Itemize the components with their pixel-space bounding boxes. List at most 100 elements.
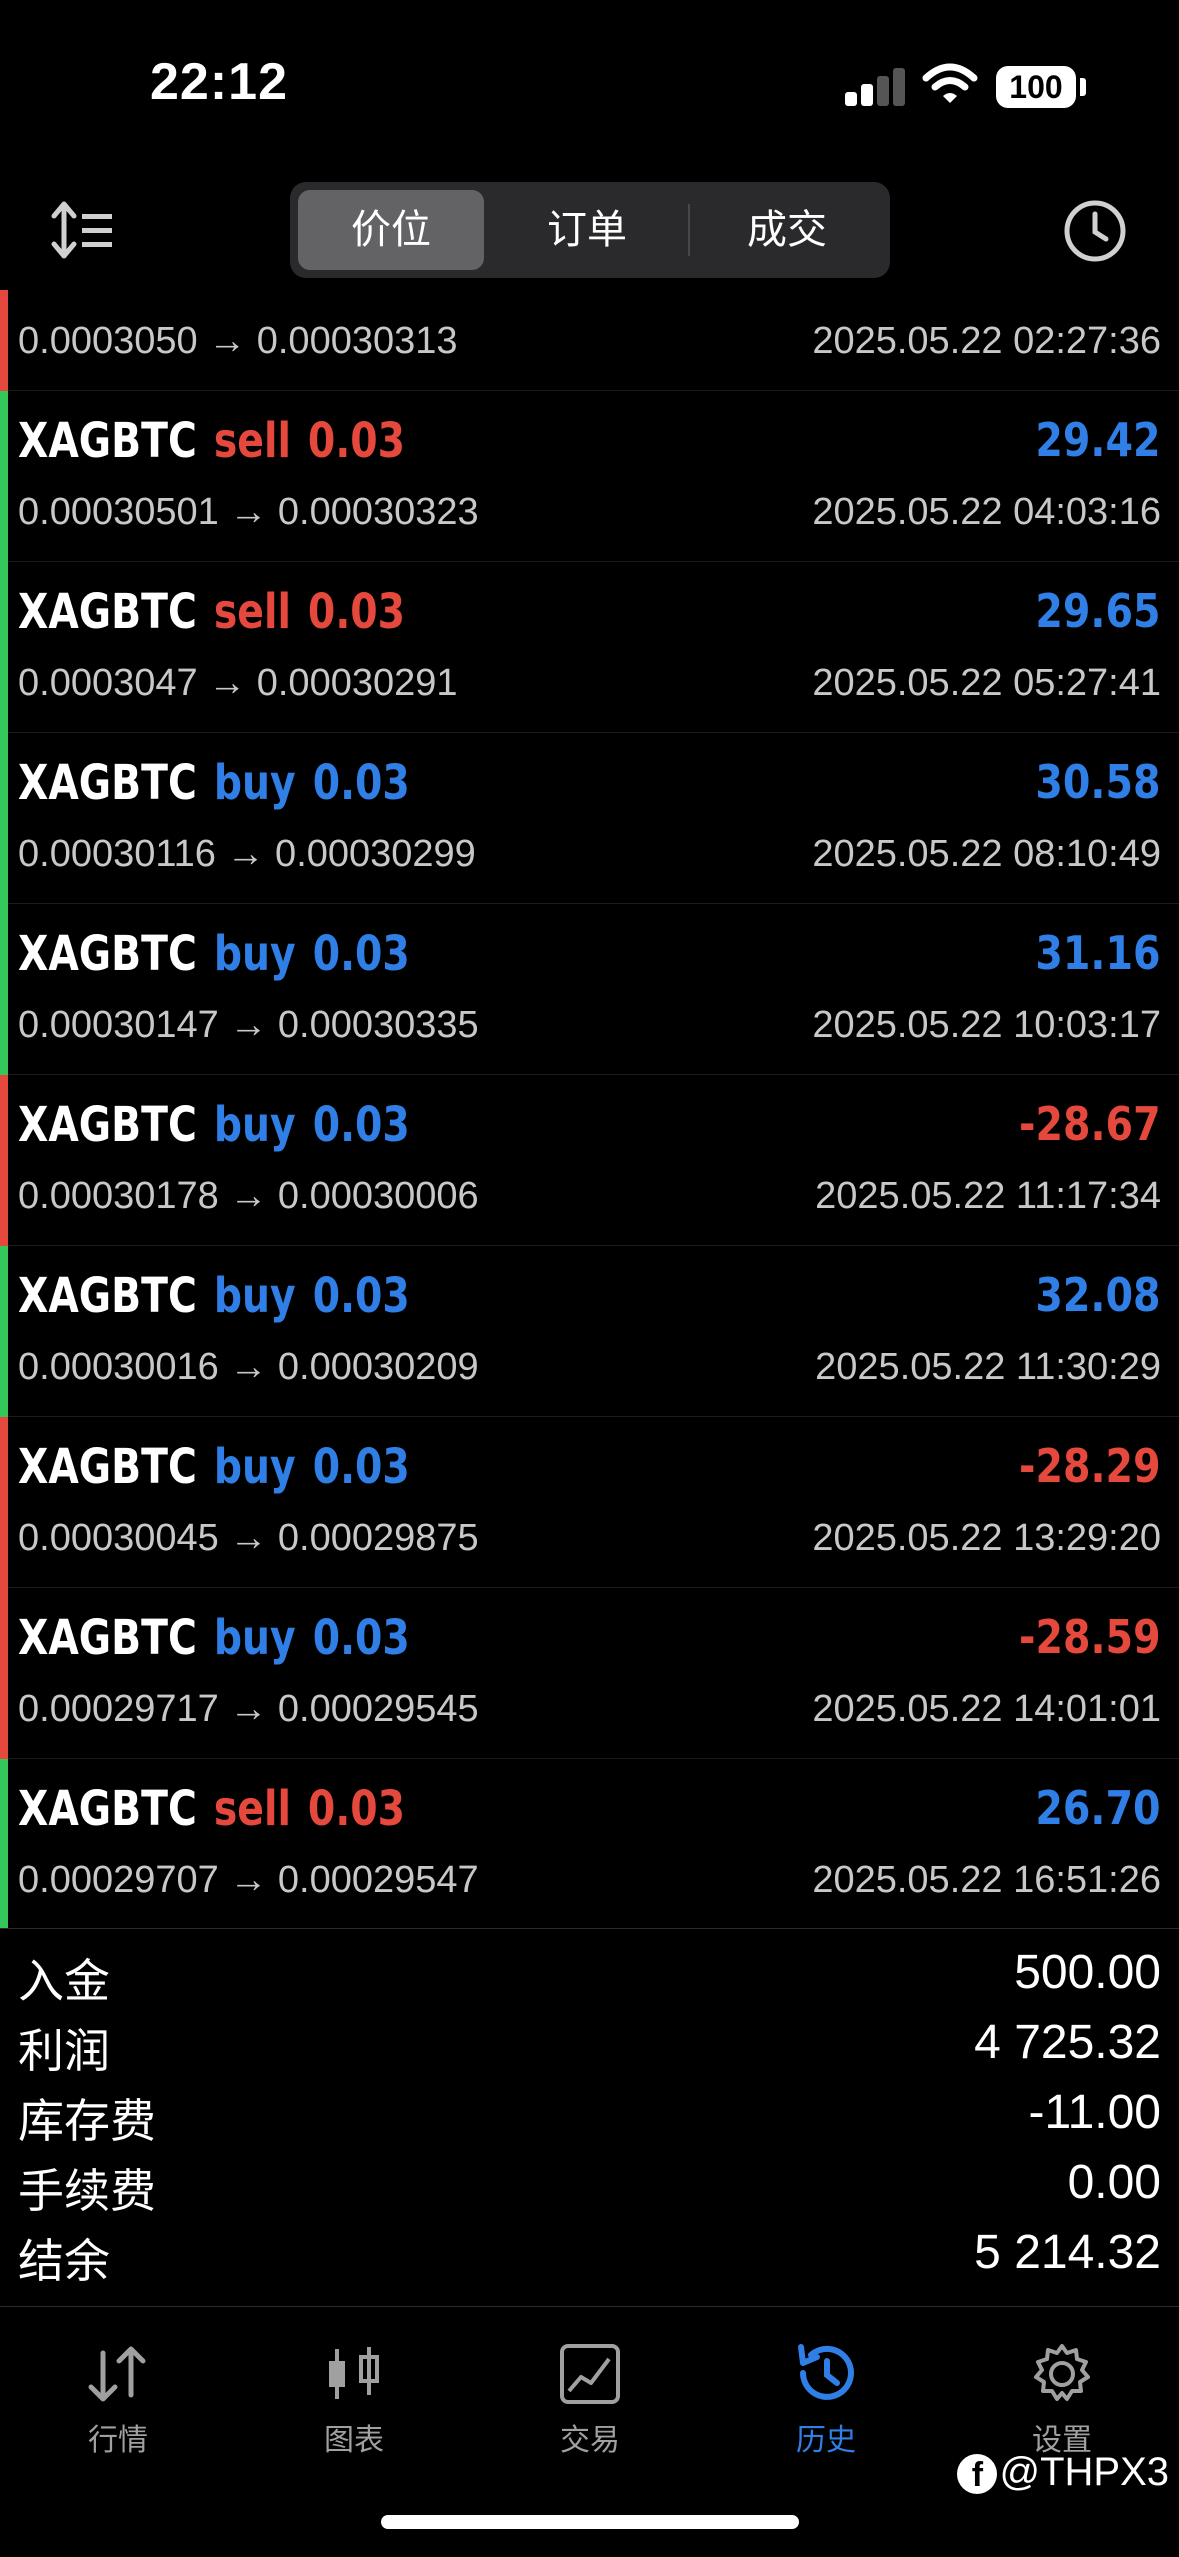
trade-profit: 26.70 [1035, 1781, 1161, 1835]
summary-row-swap: 库存费 -11.00 [0, 2079, 1179, 2149]
trade-side: buy [213, 1268, 296, 1324]
trade-profit: 29.65 [1035, 584, 1161, 638]
trade-side: buy [213, 926, 296, 982]
trade-time: 2025.05.22 10:03:17 [812, 1004, 1161, 1046]
summary-row-deposit: 入金 500.00 [0, 1939, 1179, 2009]
trade-row[interactable]: XAGBTC sell 0.03 26.70 0.00029707 → 0.0002… [0, 1759, 1179, 1928]
watermark-text: @THPX3 [999, 2450, 1169, 2494]
trade-prices: 0.0003047 → 0.00030291 [18, 662, 458, 704]
trade-volume: 0.03 [312, 755, 410, 811]
trade-side: buy [213, 1439, 296, 1495]
trade-prices: 0.00029707 → 0.00029547 [18, 1859, 479, 1901]
trade-volume: 0.03 [312, 1439, 410, 1495]
result-bar [0, 904, 8, 1075]
result-bar [0, 562, 8, 733]
trade-prices: 0.00030016 → 0.00030209 [18, 1346, 479, 1388]
tab-label: 历史 [796, 2424, 856, 2457]
trade-title: XAGBTC sell 0.03 [18, 413, 405, 469]
trade-prices: 0.00030147 → 0.00030335 [18, 1004, 479, 1046]
trade-title: XAGBTC buy 0.03 [18, 1268, 410, 1324]
trade-title: XAGBTC sell 0.03 [18, 1781, 405, 1837]
tab-history[interactable]: 历史 [708, 2327, 944, 2477]
tab-label: 图表 [324, 2424, 384, 2457]
tab-orders[interactable]: 订单 [494, 190, 680, 270]
trade-title: XAGBTC buy 0.03 [18, 926, 410, 982]
trade-profit: 30.58 [1035, 755, 1161, 809]
trade-side: buy [213, 1097, 296, 1153]
trade-profit: 32.08 [1035, 1268, 1161, 1322]
trade-profit: -28.59 [1019, 1610, 1161, 1664]
tab-charts[interactable]: 图表 [236, 2327, 472, 2477]
trade-row[interactable]: XAGBTC buy 0.03 -28.29 0.00030045 → 0.0002… [0, 1417, 1179, 1588]
trade-row[interactable]: XAGBTC buy 0.03 -28.67 0.00030178 → 0.0003… [0, 1075, 1179, 1246]
result-bar [0, 1417, 8, 1588]
trade-time: 2025.05.22 16:51:26 [812, 1859, 1161, 1901]
tab-label: 交易 [560, 2424, 620, 2457]
trade-prices: 0.00030116 → 0.00030299 [18, 833, 476, 875]
trade-chart-icon [560, 2344, 620, 2404]
trade-profit: 29.42 [1035, 413, 1161, 467]
result-bar [0, 1246, 8, 1417]
result-bar [0, 1759, 8, 1928]
trade-symbol: XAGBTC [18, 1610, 197, 1666]
tab-label: 行情 [88, 2424, 148, 2457]
summary-value: 0.00 [1067, 2156, 1161, 2209]
summary-value: 500.00 [1014, 1946, 1161, 1999]
result-bar [0, 1075, 8, 1246]
summary-label: 结余 [18, 2235, 110, 2287]
trade-row[interactable]: XAGBTC buy 0.03 32.08 0.00030016 → 0.00030… [0, 1246, 1179, 1417]
trade-row[interactable]: XAGBTC buy 0.03 30.58 0.00030116 → 0.00030… [0, 733, 1179, 904]
result-bar [0, 1588, 8, 1759]
top-bar: 价位 订单 成交 [0, 170, 1179, 290]
summary-label: 手续费 [18, 2165, 156, 2217]
tab-trade[interactable]: 交易 [472, 2327, 708, 2477]
trade-prices: 0.00029717 → 0.00029545 [18, 1688, 479, 1730]
trade-row[interactable]: XAGBTC sell 0.03 29.42 0.00030501 → 0.0003… [0, 391, 1179, 562]
trade-volume: 0.03 [312, 926, 410, 982]
summary-value: 4 725.32 [974, 2016, 1161, 2069]
summary-row-balance: 结余 5 214.32 [0, 2219, 1179, 2289]
trade-volume: 0.03 [312, 1610, 410, 1666]
trade-symbol: XAGBTC [18, 755, 197, 811]
tab-price[interactable]: 价位 [298, 190, 484, 270]
history-clock-icon [798, 2344, 854, 2400]
home-indicator[interactable] [381, 2515, 799, 2529]
tab-deals[interactable]: 成交 [694, 190, 880, 270]
trade-symbol: XAGBTC [18, 1097, 197, 1153]
trade-time: 2025.05.22 14:01:01 [812, 1688, 1161, 1730]
trade-row[interactable]: XAGBTC buy 0.03 -28.59 0.00029717 → 0.0002… [0, 1588, 1179, 1759]
wifi-icon [922, 63, 978, 103]
trade-title: XAGBTC buy 0.03 [18, 1439, 410, 1495]
segmented-control: 价位 订单 成交 [290, 182, 890, 278]
trade-title: XAGBTC buy 0.03 [18, 1097, 410, 1153]
trade-profit: -28.67 [1019, 1097, 1161, 1151]
trade-row-partial[interactable]: 0.0003050 → 0.00030313 2025.05.22 02:27:… [0, 290, 1179, 391]
sort-icon[interactable] [50, 200, 114, 260]
trade-volume: 0.03 [312, 1268, 410, 1324]
trade-side: buy [213, 755, 296, 811]
trade-time: 2025.05.22 04:03:16 [812, 491, 1161, 533]
account-summary: 入金 500.00 利润 4 725.32 库存费 -11.00 手续费 0.0… [0, 1928, 1179, 2309]
trade-volume: 0.03 [307, 413, 406, 469]
trade-side: buy [213, 1610, 296, 1666]
summary-row-profit: 利润 4 725.32 [0, 2009, 1179, 2079]
tab-quotes[interactable]: 行情 [0, 2327, 236, 2477]
trade-list[interactable]: 0.0003050 → 0.00030313 2025.05.22 02:27:… [0, 290, 1179, 1928]
result-bar [0, 391, 8, 562]
trade-title: XAGBTC sell 0.03 [18, 584, 405, 640]
trade-symbol: XAGBTC [18, 584, 197, 640]
trade-prices: 0.0003050 → 0.00030313 [18, 320, 458, 362]
trade-profit: 31.16 [1035, 926, 1161, 980]
trade-time: 2025.05.22 02:27:36 [812, 320, 1161, 362]
summary-label: 利润 [18, 2025, 110, 2077]
trade-prices: 0.00030045 → 0.00029875 [18, 1517, 479, 1559]
trade-volume: 0.03 [307, 584, 406, 640]
trade-time: 2025.05.22 05:27:41 [812, 662, 1161, 704]
trade-row[interactable]: XAGBTC sell 0.03 29.65 0.0003047 → 0.00030… [0, 562, 1179, 733]
watermark: f @THPX3 [957, 2450, 1169, 2495]
trade-symbol: XAGBTC [18, 413, 197, 469]
gear-icon [1034, 2344, 1090, 2401]
clock-icon[interactable] [1062, 198, 1128, 264]
trade-prices: 0.00030501 → 0.00030323 [18, 491, 479, 533]
trade-row[interactable]: XAGBTC buy 0.03 31.16 0.00030147 → 0.00030… [0, 904, 1179, 1075]
